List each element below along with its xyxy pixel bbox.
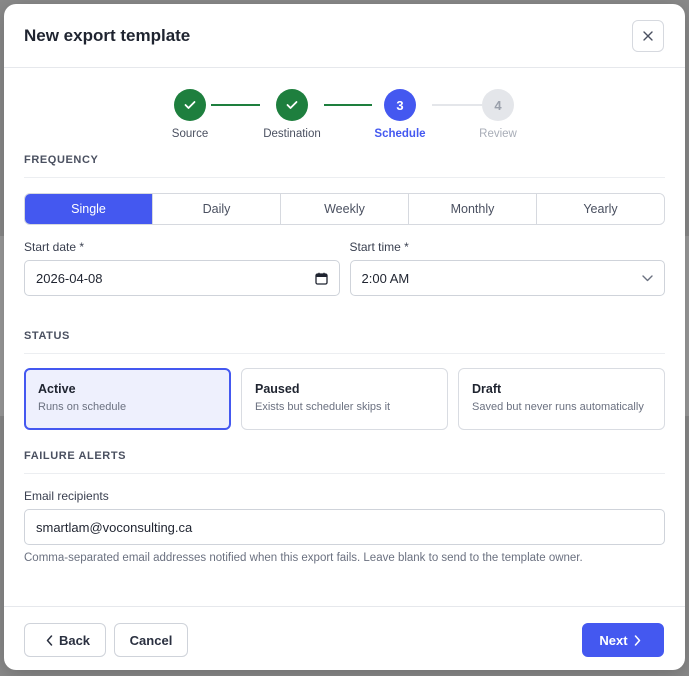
status-description: Runs on schedule — [38, 401, 127, 413]
frequency-section-title: FREQUENCY — [24, 154, 665, 178]
frequency-segmented-control: Single Daily Weekly Monthly Yearly — [24, 193, 665, 225]
start-date-value: 2026-04-08 — [36, 270, 103, 286]
step-destination[interactable]: Destination — [242, 89, 342, 140]
status-card-active[interactable]: Active Runs on schedule — [24, 368, 231, 430]
step-label: Review — [479, 128, 517, 140]
form-body: FREQUENCY Single Daily Weekly Monthly Ye… — [4, 154, 685, 564]
back-button-label: Back — [58, 632, 91, 648]
back-button[interactable]: Back — [24, 623, 106, 657]
cancel-button-label: Cancel — [129, 632, 173, 648]
step-complete-badge — [174, 89, 206, 121]
frequency-option-daily[interactable]: Daily — [153, 194, 281, 224]
step-schedule[interactable]: 3 Schedule — [350, 89, 450, 140]
close-icon — [643, 31, 653, 41]
step-source[interactable]: Source — [140, 89, 240, 140]
frequency-option-single[interactable]: Single — [25, 194, 153, 224]
status-name: Draft — [472, 382, 502, 396]
status-description: Exists but scheduler skips it — [255, 401, 391, 413]
start-date-field: Start date * 2026-04-08 — [24, 240, 340, 296]
checkmark-icon — [184, 101, 196, 109]
checkmark-icon — [286, 101, 298, 109]
chevron-left-icon — [46, 634, 53, 646]
start-time-label: Start time * — [349, 240, 409, 254]
next-button-label: Next — [599, 632, 628, 648]
start-date-input[interactable]: 2026-04-08 — [24, 260, 340, 296]
start-time-field: Start time * 2:00 AM — [349, 240, 665, 296]
status-section-title: STATUS — [24, 330, 665, 354]
step-review: 4 Review — [448, 89, 548, 140]
start-time-value: 2:00 AM — [361, 270, 410, 286]
frequency-option-weekly[interactable]: Weekly — [281, 194, 409, 224]
start-date-label: Start date * — [24, 240, 85, 254]
step-number-badge: 3 — [384, 89, 416, 121]
email-recipients-label: Email recipients — [24, 489, 109, 503]
close-button[interactable] — [632, 20, 664, 52]
status-card-paused[interactable]: Paused Exists but scheduler skips it — [241, 368, 448, 430]
calendar-icon[interactable] — [314, 272, 328, 285]
failure-alerts-section-title: FAILURE ALERTS — [24, 450, 665, 474]
step-label: Source — [171, 128, 209, 140]
email-recipients-value: smartlam@voconsulting.ca — [36, 519, 193, 535]
frequency-option-yearly[interactable]: Yearly — [537, 194, 664, 224]
status-name: Paused — [255, 382, 300, 396]
status-description: Saved but never runs automatically — [472, 401, 644, 413]
step-number-badge: 4 — [482, 89, 514, 121]
chevron-right-icon — [634, 634, 640, 646]
status-card-draft[interactable]: Draft Saved but never runs automatically — [458, 368, 665, 430]
step-complete-badge — [276, 89, 308, 121]
step-label: Destination — [263, 128, 321, 140]
dialog-footer: Back Cancel Next — [4, 606, 685, 670]
start-time-select[interactable]: 2:00 AM — [349, 260, 665, 296]
step-label: Schedule — [374, 128, 426, 140]
wizard-stepper: Source Destination 3 Schedule 4 Review — [4, 68, 685, 154]
dialog-header: New export template — [4, 4, 685, 68]
next-button[interactable]: Next — [582, 623, 664, 657]
email-help-text: Comma-separated email addresses notified… — [24, 552, 583, 564]
chevron-down-icon — [642, 274, 653, 281]
email-recipients-input[interactable]: smartlam@voconsulting.ca — [24, 509, 665, 545]
status-name: Active — [38, 382, 76, 396]
dialog-title: New export template — [24, 25, 191, 45]
frequency-option-monthly[interactable]: Monthly — [409, 194, 537, 224]
export-template-dialog: New export template Source Destination 3… — [4, 4, 685, 670]
cancel-button[interactable]: Cancel — [114, 623, 188, 657]
status-options: Active Runs on schedule Paused Exists bu… — [24, 368, 665, 430]
